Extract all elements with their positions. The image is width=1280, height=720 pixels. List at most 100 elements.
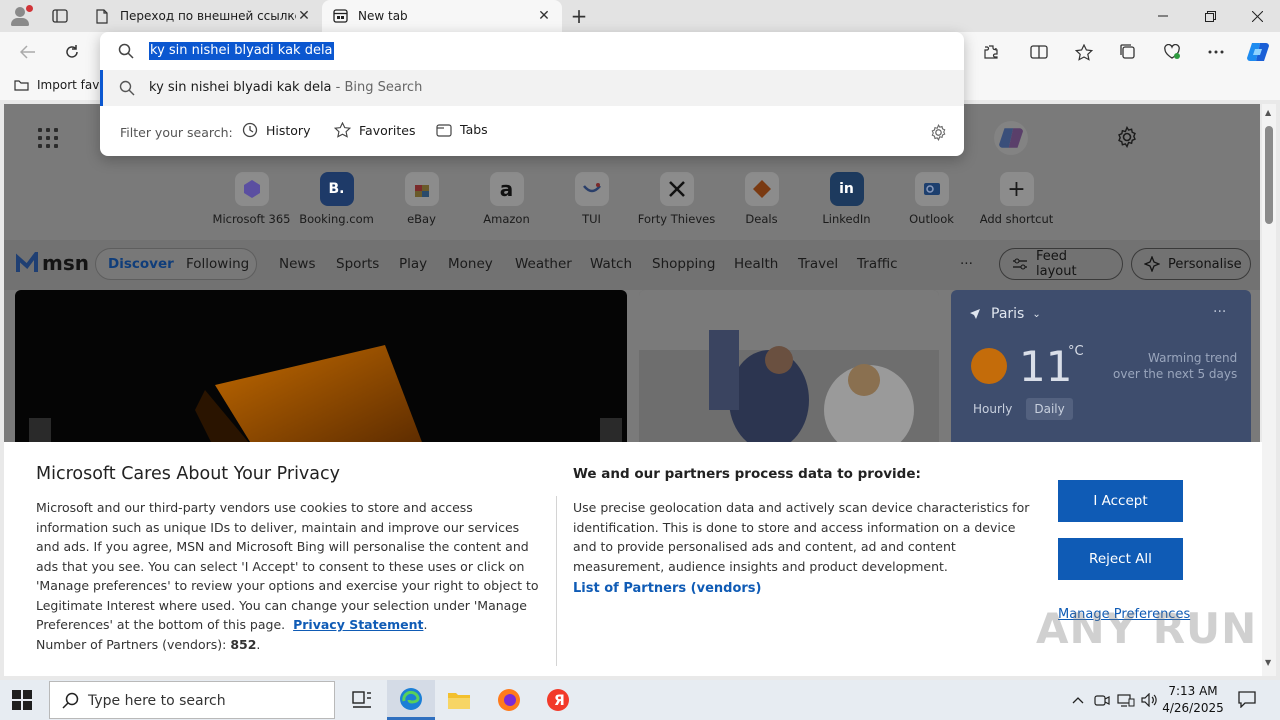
shortcut-amazon[interactable]: a Amazon xyxy=(464,172,549,226)
notifications-icon[interactable] xyxy=(1238,690,1256,711)
hero-story-card[interactable] xyxy=(15,290,627,450)
page-scrollbar[interactable]: ▲ ▼ xyxy=(1262,104,1276,676)
weather-card[interactable]: Paris ⌄ ··· 11 °C Warming trend over the… xyxy=(951,290,1251,450)
search-icon xyxy=(118,43,134,62)
nav-travel[interactable]: Travel xyxy=(798,256,838,272)
shortcut-booking[interactable]: B. Booking.com xyxy=(294,172,379,226)
shortcut-linkedin[interactable]: in LinkedIn xyxy=(804,172,889,226)
weather-tab-hourly[interactable]: Hourly xyxy=(965,398,1020,420)
back-arrow-icon[interactable] xyxy=(12,38,44,66)
suggestion-suffix: - Bing Search xyxy=(331,80,423,95)
minimize-icon[interactable] xyxy=(1140,0,1186,32)
suggestion-query: ky sin nishei blyadi kak dela xyxy=(149,80,332,95)
tray-chevron-up-icon[interactable] xyxy=(1068,690,1088,710)
tab-actions-icon[interactable] xyxy=(46,5,74,27)
nav-health[interactable]: Health xyxy=(734,256,778,272)
filter-tabs[interactable]: Tabs xyxy=(436,122,488,137)
windows-taskbar: Type here to search Я 7:13 AM 4/26/2025 xyxy=(0,680,1280,720)
nav-discover[interactable]: Discover xyxy=(108,256,174,272)
weather-more-icon[interactable]: ··· xyxy=(1213,304,1226,320)
msn-logo[interactable]: msn xyxy=(16,248,89,275)
weather-city[interactable]: Paris ⌄ xyxy=(969,306,1041,322)
taskbar-clock[interactable]: 7:13 AM 4/26/2025 xyxy=(1158,683,1228,717)
taskbar-search-box[interactable]: Type here to search xyxy=(49,681,335,719)
copilot-icon[interactable] xyxy=(1242,38,1274,66)
import-icon xyxy=(14,78,29,92)
page-settings-gear-icon[interactable] xyxy=(1114,124,1140,150)
profile-avatar-icon[interactable] xyxy=(8,4,34,28)
filter-history[interactable]: History xyxy=(242,122,310,138)
nav-watch[interactable]: Watch xyxy=(590,256,632,272)
task-view-icon[interactable] xyxy=(338,680,386,720)
nav-traffic[interactable]: Traffic xyxy=(857,256,898,272)
scrollbar-thumb[interactable] xyxy=(1265,126,1273,224)
nav-shopping[interactable]: Shopping xyxy=(652,256,715,272)
search-suggestion[interactable]: ky sin nishei blyadi kak dela - Bing Sea… xyxy=(100,70,964,106)
address-bar[interactable]: ky sin nishei blyadi kak dela xyxy=(100,32,964,70)
accept-button[interactable]: I Accept xyxy=(1058,480,1183,522)
weather-tabs: Hourly Daily xyxy=(965,398,1073,420)
scroll-down-icon[interactable]: ▼ xyxy=(1265,658,1271,667)
shortcut-add[interactable]: + Add shortcut xyxy=(974,172,1059,226)
close-icon[interactable]: ✕ xyxy=(296,8,312,24)
sparkle-icon xyxy=(1144,256,1160,272)
nav-news[interactable]: News xyxy=(279,256,315,272)
shortcut-ebay[interactable]: eBay xyxy=(379,172,464,226)
collections-icon[interactable] xyxy=(1112,38,1144,66)
crossed-swords-icon xyxy=(659,172,694,206)
more-menu-icon[interactable] xyxy=(1200,38,1232,66)
extensions-icon[interactable] xyxy=(975,38,1007,66)
nav-money[interactable]: Money xyxy=(448,256,493,272)
volume-icon[interactable] xyxy=(1140,690,1160,710)
network-icon[interactable] xyxy=(1116,690,1136,710)
weather-tab-daily[interactable]: Daily xyxy=(1026,398,1073,420)
feed-layout-button[interactable]: Feed layout xyxy=(999,248,1123,280)
copilot-icon[interactable] xyxy=(994,121,1028,155)
anyrun-watermark: ANY RUN xyxy=(1036,604,1258,653)
apps-grid-icon[interactable] xyxy=(38,128,58,148)
yandex-browser-icon[interactable]: Я xyxy=(534,680,582,720)
nav-sports[interactable]: Sports xyxy=(336,256,379,272)
shortcut-deals[interactable]: Deals xyxy=(719,172,804,226)
scroll-up-icon[interactable]: ▲ xyxy=(1265,108,1271,117)
file-explorer-icon[interactable] xyxy=(435,680,483,720)
nav-following[interactable]: Following xyxy=(186,256,249,272)
tab-new-tab[interactable]: New tab ✕ xyxy=(322,0,562,32)
tab-title: Переход по внешней ссылке xyxy=(120,9,296,23)
shortcut-forty-thieves[interactable]: Forty Thieves xyxy=(634,172,719,226)
shortcut-microsoft-365[interactable]: Microsoft 365 xyxy=(209,172,294,226)
personalise-button[interactable]: Personalise xyxy=(1131,248,1251,280)
news-photo-card[interactable] xyxy=(639,290,939,450)
address-bar-dropdown: ky sin nishei blyadi kak dela ky sin nis… xyxy=(100,32,964,156)
firefox-icon[interactable] xyxy=(485,680,533,720)
meet-now-icon[interactable] xyxy=(1092,690,1112,710)
refresh-icon[interactable] xyxy=(56,38,88,66)
tab-external-link[interactable]: Переход по внешней ссылке ✕ xyxy=(84,0,322,32)
filter-favorites[interactable]: Favorites xyxy=(334,122,415,138)
nav-more-icon[interactable]: ··· xyxy=(960,256,973,272)
windows-start-icon[interactable] xyxy=(12,690,32,710)
reject-all-button[interactable]: Reject All xyxy=(1058,538,1183,580)
amazon-icon: a xyxy=(489,172,524,206)
close-window-icon[interactable] xyxy=(1234,0,1280,32)
nav-weather[interactable]: Weather xyxy=(515,256,572,272)
close-icon[interactable]: ✕ xyxy=(536,8,552,24)
privacy-divider xyxy=(556,496,557,666)
sliders-icon xyxy=(1012,257,1028,271)
import-favorites-label: Import favo xyxy=(37,78,107,92)
privacy-statement-link[interactable]: Privacy Statement xyxy=(293,617,423,632)
import-favorites-link[interactable]: Import favo xyxy=(14,78,107,92)
list-of-partners-link[interactable]: List of Partners (vendors) xyxy=(573,581,761,596)
nav-play[interactable]: Play xyxy=(399,256,427,272)
edge-taskbar-icon[interactable] xyxy=(387,680,435,720)
search-settings-gear-icon[interactable] xyxy=(930,123,947,144)
shortcut-tui[interactable]: TUI xyxy=(549,172,634,226)
browser-essentials-icon[interactable] xyxy=(1156,38,1188,66)
address-input-value[interactable]: ky sin nishei blyadi kak dela xyxy=(149,42,334,60)
split-screen-icon[interactable] xyxy=(1023,38,1055,66)
restore-icon[interactable] xyxy=(1187,0,1233,32)
new-tab-plus-icon[interactable]: + xyxy=(566,4,592,28)
favorites-star-icon[interactable] xyxy=(1068,38,1100,66)
filter-label: Filter your search: xyxy=(120,125,233,140)
shortcut-outlook[interactable]: Outlook xyxy=(889,172,974,226)
